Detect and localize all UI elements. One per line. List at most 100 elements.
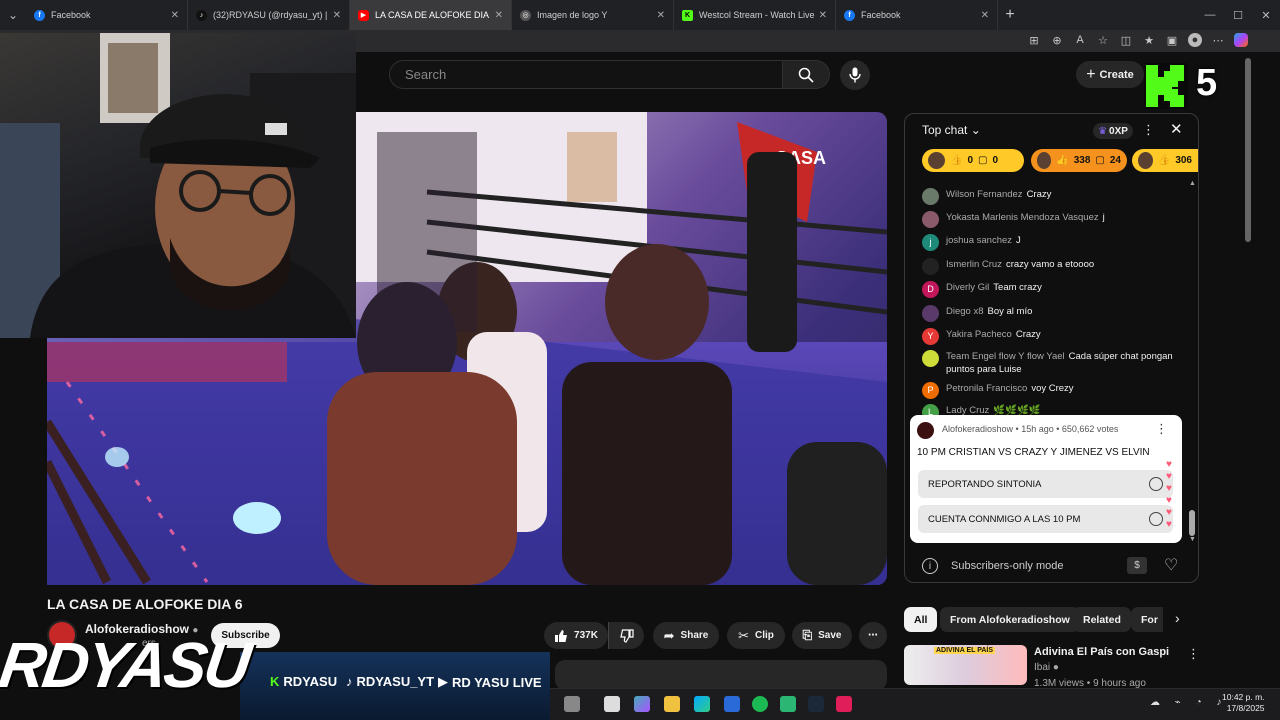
avatar bbox=[922, 258, 939, 275]
search-input[interactable]: Search bbox=[389, 60, 783, 89]
related-video-thumbnail[interactable]: ADIVINA EL PAÍS bbox=[904, 645, 1027, 685]
steam-icon[interactable] bbox=[808, 696, 824, 712]
close-tab-icon[interactable]: ✕ bbox=[333, 10, 341, 21]
poll-more-icon[interactable]: ⋮ bbox=[1155, 421, 1168, 437]
kick-icon: K bbox=[270, 674, 280, 689]
copilot-icon[interactable] bbox=[1234, 33, 1248, 47]
poll-meta: 15h ago • 650,662 votes bbox=[1021, 424, 1119, 434]
close-chat-icon[interactable]: ✕ bbox=[1170, 120, 1183, 138]
chevron-right-icon[interactable]: › bbox=[1175, 610, 1180, 626]
taskbar-clock[interactable]: 10:42 p. m. 17/8/2025 bbox=[1222, 692, 1265, 714]
spotify-icon[interactable] bbox=[752, 696, 768, 712]
thumbs-down-icon bbox=[619, 628, 634, 643]
like-button[interactable]: 737K bbox=[544, 622, 608, 649]
close-tab-icon[interactable]: ✕ bbox=[495, 10, 503, 21]
kick-icon: K bbox=[682, 9, 693, 21]
share-label: Share bbox=[680, 630, 709, 641]
chat-author[interactable]: Diego x8 bbox=[946, 306, 984, 317]
app-icon[interactable] bbox=[780, 696, 796, 712]
maximize-icon[interactable]: ☐ bbox=[1224, 0, 1252, 30]
browser-tab-active[interactable]: ▶ LA CASA DE ALOFOKE DIA 6 - Yo ✕ bbox=[350, 0, 512, 30]
donor-pill[interactable]: 👍 306 bbox=[1132, 149, 1198, 172]
scroll-up-icon[interactable]: ▲ bbox=[1189, 180, 1196, 187]
profile-icon[interactable]: ● bbox=[1188, 33, 1202, 47]
taskbar-app-icon[interactable] bbox=[564, 696, 580, 712]
xp-badge[interactable]: ♛ 0XP bbox=[1093, 123, 1133, 139]
minimize-icon[interactable]: — bbox=[1196, 0, 1224, 30]
system-tray-icons[interactable]: ☁ ⌁ ◔ ♪ bbox=[1150, 697, 1227, 708]
chat-poll: Alofokeradioshow • 15h ago • 650,662 vot… bbox=[910, 415, 1182, 543]
chat-author[interactable]: Diverly Gil bbox=[946, 282, 989, 293]
collections-icon[interactable]: ▣ bbox=[1165, 33, 1179, 47]
new-tab-icon[interactable]: + bbox=[998, 6, 1022, 24]
donor-pill[interactable]: 👍 0 ▢ 0 bbox=[922, 149, 1024, 172]
donor-pill[interactable]: 👍 338 ▢ 24 bbox=[1031, 149, 1127, 172]
chip-all[interactable]: All bbox=[904, 607, 938, 632]
scroll-down-icon[interactable]: ▼ bbox=[1189, 536, 1196, 543]
description-box[interactable] bbox=[555, 660, 887, 690]
poll-option-label: CUENTA CONNMIGO A LAS 10 PM bbox=[928, 513, 1081, 525]
close-window-icon[interactable]: ✕ bbox=[1252, 0, 1280, 30]
close-tab-icon[interactable]: ✕ bbox=[171, 10, 179, 21]
search-button[interactable] bbox=[783, 60, 830, 89]
browser-tab[interactable]: f Facebook ✕ bbox=[836, 0, 998, 30]
poll-option[interactable]: CUENTA CONNMIGO A LAS 10 PM bbox=[918, 505, 1173, 533]
chat-author[interactable]: Lady Cruz bbox=[946, 405, 989, 415]
chat-more-icon[interactable]: ⋮ bbox=[1142, 122, 1155, 138]
chat-author[interactable]: Wilson Fernandez bbox=[946, 189, 1023, 200]
close-tab-icon[interactable]: ✕ bbox=[981, 10, 989, 21]
dislike-button[interactable] bbox=[608, 622, 644, 649]
zoom-icon[interactable]: ⊕ bbox=[1050, 33, 1064, 47]
chat-icon: ▢ bbox=[1095, 155, 1105, 166]
chat-author[interactable]: Yokasta Marlenis Mendoza Vasquez bbox=[946, 212, 1099, 223]
related-video-title[interactable]: Adivina El País con Gaspi bbox=[1034, 646, 1169, 658]
share-button[interactable]: ➦ Share bbox=[653, 622, 719, 649]
top-chat-dropdown[interactable]: Top chat ⌄ bbox=[922, 123, 981, 137]
tab-list-chevron-icon[interactable]: ⌄ bbox=[0, 0, 26, 30]
related-more-icon[interactable]: ⋮ bbox=[1187, 646, 1200, 662]
browser-tab[interactable]: K Westcol Stream - Watch Live on K ✕ bbox=[674, 0, 836, 30]
tiktok-taskbar-icon[interactable] bbox=[836, 696, 852, 712]
chat-message: Team Engel flow Y flow Yael Cada súper ch… bbox=[922, 350, 1182, 376]
close-tab-icon[interactable]: ✕ bbox=[819, 10, 827, 21]
heart-icon[interactable]: ♡ bbox=[1164, 555, 1178, 575]
task-view-icon[interactable] bbox=[604, 696, 620, 712]
chat-author[interactable]: Ismerlin Cruz bbox=[946, 259, 1002, 270]
chat-author[interactable]: Yakira Pacheco bbox=[946, 329, 1012, 340]
favorites-icon[interactable]: ★ bbox=[1142, 33, 1156, 47]
page-scrollbar[interactable] bbox=[1245, 58, 1251, 242]
edge-icon[interactable] bbox=[694, 696, 710, 712]
read-aloud-icon[interactable]: A bbox=[1073, 33, 1087, 47]
clock-date: 17/8/2025 bbox=[1226, 703, 1265, 713]
chat-author[interactable]: Petronila Francisco bbox=[946, 383, 1027, 394]
info-icon[interactable]: i bbox=[922, 558, 938, 574]
browser-tab[interactable]: ♪ (32)RDYASU (@rdyasu_yt) | TikTok ✕ bbox=[188, 0, 350, 30]
store-icon[interactable] bbox=[724, 696, 740, 712]
poll-option[interactable]: REPORTANDO SINTONIA bbox=[918, 470, 1173, 498]
chip-related[interactable]: Related bbox=[1073, 607, 1131, 632]
favorite-star-icon[interactable]: ☆ bbox=[1096, 33, 1110, 47]
close-tab-icon[interactable]: ✕ bbox=[657, 10, 665, 21]
super-chat-icon[interactable]: $ bbox=[1127, 557, 1147, 574]
more-actions-button[interactable]: ⋯ bbox=[859, 622, 887, 649]
file-explorer-icon[interactable] bbox=[664, 696, 680, 712]
chip-for-you[interactable]: For bbox=[1131, 607, 1163, 632]
clock-time: 10:42 p. m. bbox=[1222, 692, 1265, 702]
split-screen-icon[interactable]: ◫ bbox=[1119, 33, 1133, 47]
browser-tab[interactable]: f Facebook ✕ bbox=[26, 0, 188, 30]
clip-button[interactable]: ✂ Clip bbox=[727, 622, 785, 649]
avatar: j bbox=[922, 234, 939, 251]
browser-tab[interactable]: ◎ Imagen de logo Y ✕ bbox=[512, 0, 674, 30]
chat-author[interactable]: joshua sanchez bbox=[946, 235, 1012, 246]
related-video-channel[interactable]: Ibai ● bbox=[1034, 662, 1059, 673]
chat-scrollbar[interactable]: ▲ ▼ bbox=[1189, 180, 1196, 545]
chat-author[interactable]: Team Engel flow Y flow Yael bbox=[946, 351, 1065, 362]
chip-from-channel[interactable]: From Alofokeradioshow bbox=[940, 607, 1080, 632]
save-button[interactable]: ⎘ Save bbox=[792, 622, 852, 649]
more-icon[interactable]: ⋯ bbox=[1211, 33, 1225, 47]
create-button[interactable]: + Create bbox=[1076, 61, 1144, 88]
voice-search-button[interactable] bbox=[840, 60, 870, 90]
scroll-thumb[interactable] bbox=[1189, 510, 1195, 536]
copilot-taskbar-icon[interactable] bbox=[634, 696, 650, 712]
apps-icon[interactable]: ⊞ bbox=[1027, 33, 1041, 47]
